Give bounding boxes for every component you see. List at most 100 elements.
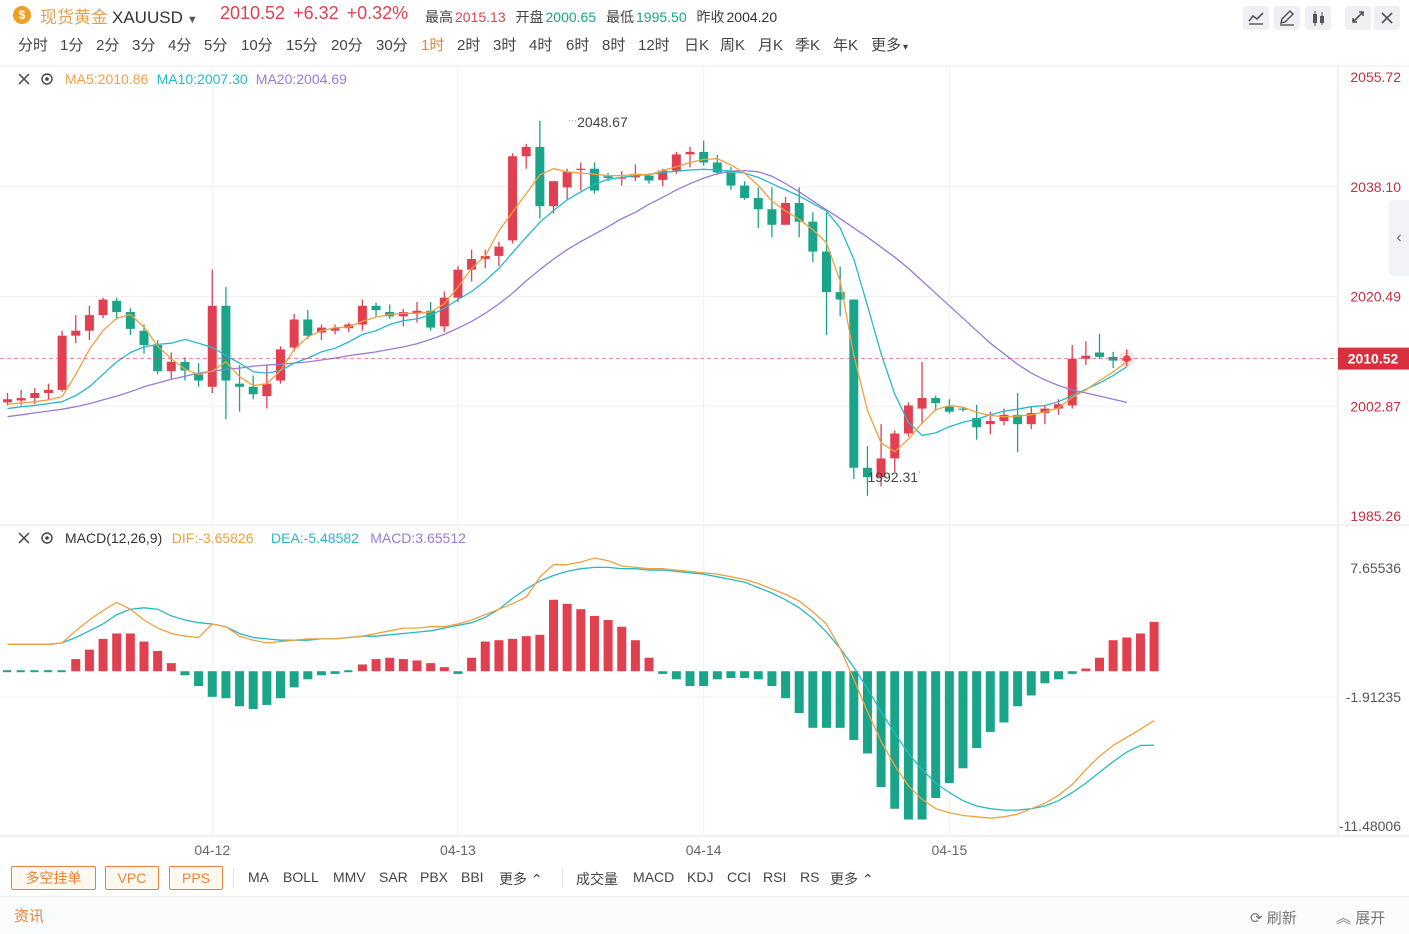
macd-bar-34 (467, 657, 477, 672)
macd-bar-1 (16, 670, 25, 673)
macd-legend-1: DIF:-3.65826 (172, 530, 254, 546)
refresh-button[interactable]: ⟳ 刷新 (1250, 907, 1297, 928)
macd-bar-56 (767, 671, 777, 687)
macd-bar-16 (221, 671, 231, 699)
sub-indicator-4[interactable]: RSI (763, 869, 786, 885)
sub-indicator-5[interactable]: RS (800, 869, 819, 885)
macd-bar-67 (917, 671, 927, 820)
macd-close-icon (18, 532, 30, 544)
overlay-button-2[interactable]: PPS (169, 866, 223, 890)
main-indicator-0[interactable]: MA (248, 869, 269, 885)
macd-bar-46 (630, 640, 640, 672)
candle-body-72 (985, 421, 995, 425)
candle-body-14 (194, 374, 204, 381)
candle-body-60 (822, 251, 831, 293)
ma10-line (7, 168, 1128, 437)
macd-bar-14 (194, 671, 204, 687)
chart-area[interactable]: 2048.67 1992.31 2055.72 2038.10 2020.49 2002… (0, 0, 1409, 858)
sub-indicator-1[interactable]: MACD (633, 869, 674, 885)
macd-bar-11 (153, 650, 163, 672)
news-tab[interactable]: 资讯 (14, 905, 44, 926)
extreme-label-0: 2048.67 (577, 114, 628, 130)
main-y-tick-3: 2002.87 (1350, 398, 1401, 414)
macd-bar-61 (835, 671, 845, 728)
main-indicator-4[interactable]: PBX (420, 869, 448, 885)
macd-bar-71 (972, 671, 982, 749)
macd-bar-26 (357, 664, 367, 672)
overlay-button-0[interactable]: 多空挂单 (11, 866, 96, 890)
macd-bar-25 (344, 670, 353, 673)
macd-bar-39 (535, 634, 545, 672)
main-indicator-3[interactable]: SAR (379, 869, 408, 885)
dif-line (7, 557, 1155, 819)
candle-body-43 (589, 168, 599, 191)
candle-body-6 (84, 315, 94, 331)
last-price-dot (1123, 355, 1131, 363)
news-bar: 资讯 ⟳ 刷新 ︽ 展开 (0, 896, 1409, 934)
candle-body-51 (699, 151, 709, 163)
indicator-bar: 多空挂单 VPC PPS MA BOLL MMV SAR PBX BBI 更多 ⌃ 成交量 MACD K… (0, 862, 1409, 892)
chevron-left-icon[interactable]: ‹ (1389, 200, 1409, 276)
main-y-tick-4: 1985.26 (1350, 508, 1401, 524)
main-gear-center (45, 77, 49, 81)
main-indicator-1[interactable]: BOLL (283, 869, 319, 885)
main-indicator-2[interactable]: MMV (333, 869, 366, 885)
macd-legend-3: MACD:3.65512 (370, 530, 466, 546)
candle-body-78 (1067, 358, 1077, 406)
macd-bar-27 (371, 659, 381, 672)
candle-body-52 (712, 162, 722, 173)
candle-body-10 (139, 330, 149, 346)
candle-body-66 (903, 405, 913, 434)
x-tick-3: 04-15 (931, 842, 967, 858)
macd-bar-36 (494, 640, 504, 672)
candle-body-42 (576, 168, 586, 170)
macd-bar-72 (985, 671, 995, 732)
main-indicator-5[interactable]: BBI (461, 869, 484, 885)
sub-indicator-3[interactable]: CCI (727, 869, 751, 885)
main-legend-2: MA20:2004.69 (256, 71, 347, 87)
divider (562, 868, 563, 888)
candle-body-21 (289, 319, 299, 348)
macd-bar-43 (589, 615, 599, 672)
candle-body-67 (917, 397, 927, 409)
candle-body-3 (43, 389, 53, 394)
macd-bar-47 (644, 657, 654, 672)
sub-indicator-2[interactable]: KDJ (687, 869, 713, 885)
sub-indicator-0[interactable]: 成交量 (576, 869, 618, 889)
macd-bar-3 (43, 670, 53, 673)
overlay-button-1[interactable]: VPC (105, 866, 159, 890)
candle-body-4 (57, 335, 67, 390)
macd-bar-32 (439, 667, 449, 672)
macd-bar-59 (808, 671, 818, 728)
macd-bar-80 (1095, 657, 1104, 672)
macd-bar-18 (248, 671, 258, 709)
macd-bar-55 (753, 671, 763, 680)
candle-body-69 (944, 406, 954, 412)
macd-bar-77 (1054, 671, 1064, 680)
candle-body-55 (753, 197, 763, 210)
macd-bar-68 (931, 671, 941, 798)
candle-body-59 (808, 221, 818, 252)
macd-bar-38 (521, 636, 531, 672)
candle-body-36 (494, 246, 504, 256)
macd-bar-79 (1081, 668, 1091, 672)
expand-button[interactable]: ︽ 展开 (1336, 907, 1385, 928)
macd-bar-73 (999, 671, 1009, 723)
divider (233, 868, 234, 888)
double-chevron-up-icon: ︽ (1336, 910, 1352, 927)
macd-bar-58 (794, 671, 804, 714)
candle-body-17 (235, 383, 245, 387)
macd-bar-69 (944, 671, 954, 784)
macd-bar-76 (1040, 671, 1050, 684)
macd-bar-42 (576, 609, 586, 672)
macd-y-tick-1: -1.91235 (1346, 689, 1401, 705)
sub-indicator-more[interactable]: 更多 ⌃ (830, 869, 874, 889)
main-indicator-more[interactable]: 更多 ⌃ (499, 869, 543, 889)
candle-body-32 (439, 297, 449, 327)
candle-body-80 (1095, 352, 1104, 357)
macd-bar-41 (562, 603, 572, 672)
macd-bar-31 (426, 663, 436, 672)
candle-body-22 (303, 319, 313, 336)
extreme-label-1: 1992.31 (867, 469, 918, 485)
last-price-tag-label: 2010.52 (1348, 351, 1399, 367)
